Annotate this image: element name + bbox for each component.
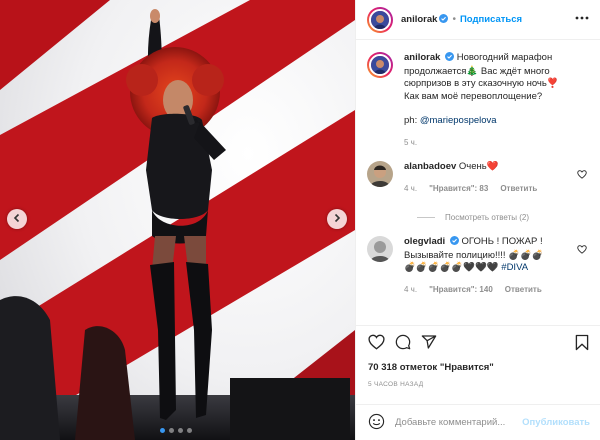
comment-icon — [395, 334, 411, 353]
commenter-username[interactable]: olegvladi — [404, 236, 445, 247]
emoji-button[interactable] — [368, 413, 385, 433]
comment-body: olegvladi ОГОНЬ ! ПОЖАР ! Вызывайте поли… — [404, 236, 584, 296]
share-icon — [421, 334, 437, 353]
more-icon — [575, 12, 589, 23]
comment-likes[interactable]: "Нравится": 140 — [429, 284, 493, 297]
more-options-button[interactable] — [575, 12, 589, 23]
view-replies-button[interactable]: Посмотреть ответы (2) — [417, 213, 589, 222]
comment-text: ОГОНЬ ! ПОЖАР ! — [461, 236, 543, 247]
carousel-indicator — [160, 428, 192, 433]
reply-button[interactable]: Ответить — [505, 284, 542, 297]
save-button[interactable] — [575, 334, 589, 354]
follow-button[interactable]: Подписаться — [460, 14, 522, 25]
comments-section[interactable]: anilorak Новогодний марафон продолжается… — [356, 40, 600, 325]
post-header: anilorak • Подписаться — [356, 0, 600, 40]
comment-likes[interactable]: "Нравится": 83 — [429, 183, 488, 196]
caption-body: anilorak Новогодний марафон продолжается… — [404, 52, 584, 149]
comment-item: alanbadoev Очень❤️ 4 ч. "Нравится": 83 О… — [367, 161, 589, 195]
post-side-panel: anilorak • Подписаться anilorak Новогодн… — [355, 0, 600, 440]
comment-text: 💣💣💣💣💣🖤🖤🖤 — [404, 262, 502, 273]
previous-slide-button[interactable] — [7, 209, 27, 229]
comment-button[interactable] — [395, 334, 411, 353]
comment-time[interactable]: 4 ч. — [404, 284, 417, 297]
commenter-username[interactable]: alanbadoev — [404, 161, 456, 172]
share-button[interactable] — [421, 334, 437, 353]
photographer-mention[interactable]: @marieposрelova — [420, 115, 497, 126]
verified-badge-icon — [439, 13, 449, 26]
next-slide-button[interactable] — [327, 209, 347, 229]
add-comment-form: Опубликовать — [356, 404, 600, 440]
like-comment-button[interactable] — [577, 245, 587, 257]
heart-icon — [368, 334, 385, 353]
caption-author[interactable]: anilorak — [404, 52, 440, 63]
chevron-left-icon — [12, 213, 22, 226]
caption-time[interactable]: 5 ч. — [404, 137, 417, 150]
heart-icon — [577, 170, 587, 182]
reply-button[interactable]: Ответить — [500, 183, 537, 196]
commenter-avatar[interactable] — [367, 161, 393, 187]
instagram-post-dialog: anilorak • Подписаться anilorak Новогодн… — [0, 0, 600, 440]
carousel-dot — [187, 428, 192, 433]
post-photo[interactable] — [0, 0, 355, 440]
bookmark-icon — [575, 334, 589, 354]
like-comment-button[interactable] — [577, 170, 587, 182]
concert-photo-illustration — [0, 0, 355, 440]
carousel-dot — [178, 428, 183, 433]
caption-line: Как вам моё перевоплощение? — [404, 90, 543, 102]
comment-item: olegvladi ОГОНЬ ! ПОЖАР ! Вызывайте поли… — [367, 236, 589, 296]
like-button[interactable] — [368, 334, 385, 353]
hashtag-link[interactable]: #DIVA — [501, 262, 528, 273]
author-avatar[interactable] — [367, 52, 393, 78]
header-separator: • — [452, 14, 456, 25]
carousel-dot — [169, 428, 174, 433]
view-replies-label: Посмотреть ответы (2) — [445, 213, 530, 222]
carousel-dot — [160, 428, 165, 433]
comment-body: alanbadoev Очень❤️ 4 ч. "Нравится": 83 О… — [404, 161, 584, 195]
replies-divider — [417, 217, 435, 218]
comment-time[interactable]: 4 ч. — [404, 183, 417, 196]
caption-line: сюрпризов в эту сказочную ночь❣️ — [404, 78, 559, 89]
comment-text: Вызывайте полицию!!!! 💣💣💣 — [404, 249, 544, 261]
caption: anilorak Новогодний марафон продолжается… — [367, 52, 589, 149]
author-username[interactable]: anilorak — [401, 14, 437, 25]
likes-count[interactable]: 70 318 отметок "Нравится" — [368, 362, 494, 373]
emoji-icon — [368, 413, 385, 433]
author-avatar[interactable] — [367, 6, 393, 33]
post-timestamp[interactable]: 5 ЧАСОВ НАЗАД — [368, 381, 423, 388]
verified-badge-icon — [449, 236, 459, 250]
photo-credit-prefix: ph: — [404, 115, 420, 126]
comment-meta: 4 ч. "Нравится": 140 Ответить — [404, 284, 584, 297]
publish-button[interactable]: Опубликовать — [522, 417, 590, 428]
post-actions — [356, 325, 600, 361]
verified-badge-icon — [445, 52, 455, 66]
caption-line: Новогодний марафон — [456, 52, 553, 63]
comment-text: Очень❤️ — [458, 161, 499, 172]
comment-input[interactable] — [395, 417, 525, 428]
chevron-right-icon — [332, 213, 342, 226]
caption-meta: 5 ч. — [404, 137, 584, 150]
heart-icon — [577, 245, 587, 257]
commenter-avatar[interactable] — [367, 236, 393, 262]
comment-meta: 4 ч. "Нравится": 83 Ответить — [404, 183, 584, 196]
caption-line: продолжается🎄 Вас ждёт много — [404, 65, 550, 77]
